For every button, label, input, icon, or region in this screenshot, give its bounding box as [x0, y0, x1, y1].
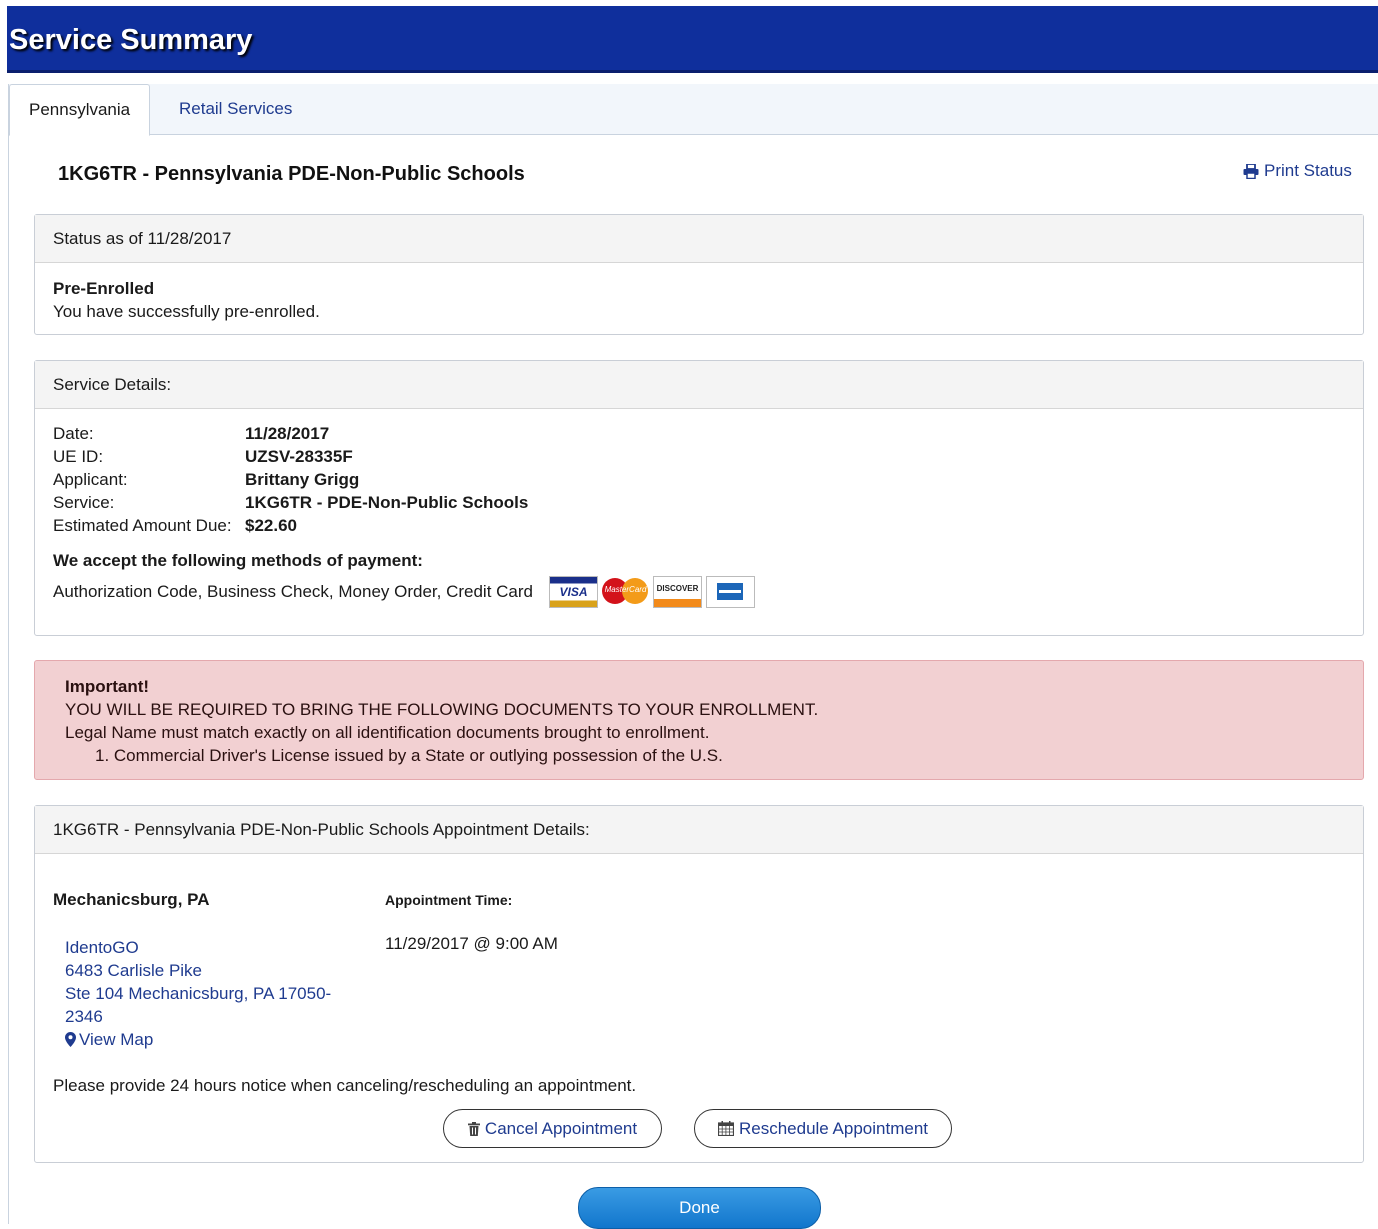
alert-list-item: 1. Commercial Driver's License issued by…: [95, 746, 723, 765]
card-logos: VISA MasterCard DISCOVER: [549, 576, 756, 608]
status-text: You have successfully pre-enrolled.: [53, 302, 320, 321]
detail-label: Service:: [53, 493, 115, 512]
appointment-time-value: 11/29/2017 @ 9:00 AM: [385, 934, 558, 953]
address-line: IdentoGO: [65, 938, 139, 957]
discover-logo-icon: DISCOVER: [653, 576, 703, 608]
detail-value: $22.60: [245, 516, 297, 535]
reschedule-appointment-button[interactable]: Reschedule Appointment: [694, 1109, 952, 1148]
alert-line: Legal Name must match exactly on all ide…: [65, 723, 710, 742]
address-line: Ste 104 Mechanicsburg, PA 17050-: [65, 984, 332, 1003]
detail-label: Applicant:: [53, 470, 128, 489]
detail-row-service: Service: 1KG6TR - PDE-Non-Public Schools: [53, 491, 1345, 514]
cancel-appointment-label: Cancel Appointment: [484, 1118, 638, 1138]
mastercard-logo-icon: MasterCard: [602, 576, 650, 606]
detail-value: UZSV-28335F: [245, 447, 353, 466]
print-status-link[interactable]: Print Status: [1243, 161, 1352, 181]
appointment-panel: 1KG6TR - Pennsylvania PDE-Non-Public Sch…: [34, 805, 1364, 1163]
detail-row-amount-due: Estimated Amount Due: $22.60: [53, 514, 1345, 537]
detail-value: Brittany Grigg: [245, 470, 360, 489]
alert-title: Important!: [65, 677, 150, 696]
status-heading: Status as of 11/28/2017: [35, 215, 1363, 263]
cancellation-notice: Please provide 24 hours notice when canc…: [53, 1076, 637, 1095]
appointment-time-label: Appointment Time:: [385, 892, 513, 908]
detail-label: Date:: [53, 424, 94, 443]
visa-logo-text: VISA: [559, 585, 588, 599]
tab-retail-services[interactable]: Retail Services: [160, 84, 311, 134]
detail-value: 11/28/2017: [245, 424, 330, 443]
service-details-panel: Service Details: Date: 11/28/2017 UE ID:…: [34, 360, 1364, 636]
page-title: Service Summary: [9, 24, 253, 56]
printer-icon: [1243, 163, 1259, 179]
done-button[interactable]: Done: [578, 1187, 821, 1229]
tab-bar: Pennsylvania Retail Services: [9, 84, 1378, 136]
visa-logo-icon: VISA: [549, 576, 599, 608]
calendar-icon: [717, 1121, 734, 1136]
page-header: Service Summary: [7, 6, 1378, 73]
detail-label: Estimated Amount Due:: [53, 516, 232, 535]
map-marker-icon: [65, 1032, 76, 1047]
location-name: Mechanicsburg, PA: [53, 890, 210, 909]
detail-row-date: Date: 11/28/2017: [53, 422, 1345, 445]
reschedule-appointment-label: Reschedule Appointment: [738, 1118, 929, 1138]
view-map-link[interactable]: View Map: [65, 1028, 345, 1051]
detail-row-ue-id: UE ID: UZSV-28335F: [53, 445, 1345, 468]
detail-label: UE ID:: [53, 447, 104, 466]
status-title: Pre-Enrolled: [53, 279, 155, 298]
status-panel: Status as of 11/28/2017 Pre-Enrolled You…: [34, 214, 1364, 335]
cancel-appointment-button[interactable]: Cancel Appointment: [443, 1109, 662, 1148]
payment-methods: Authorization Code, Business Check, Mone…: [53, 582, 534, 601]
trash-icon: [467, 1121, 480, 1136]
discover-logo-text: DISCOVER: [656, 584, 699, 593]
view-map-label: View Map: [79, 1030, 154, 1049]
tab-pennsylvania[interactable]: Pennsylvania: [9, 84, 151, 136]
location-address: IdentoGO 6483 Carlisle Pike Ste 104 Mech…: [65, 936, 345, 1051]
address-line: 2346: [65, 1007, 103, 1026]
detail-row-applicant: Applicant: Brittany Grigg: [53, 468, 1345, 491]
print-status-label: Print Status: [1264, 161, 1352, 180]
important-alert: Important! YOU WILL BE REQUIRED TO BRING…: [34, 660, 1364, 780]
mastercard-logo-text: MasterCard: [604, 585, 647, 594]
service-details-heading: Service Details:: [35, 361, 1363, 409]
amex-logo-icon: [706, 576, 756, 608]
address-line: 6483 Carlisle Pike: [65, 961, 203, 980]
alert-line: YOU WILL BE REQUIRED TO BRING THE FOLLOW…: [65, 700, 819, 719]
service-title: 1KG6TR - Pennsylvania PDE-Non-Public Sch…: [58, 163, 525, 185]
appointment-heading: 1KG6TR - Pennsylvania PDE-Non-Public Sch…: [35, 806, 1363, 854]
detail-value: 1KG6TR - PDE-Non-Public Schools: [245, 493, 529, 512]
payment-heading: We accept the following methods of payme…: [53, 551, 423, 570]
